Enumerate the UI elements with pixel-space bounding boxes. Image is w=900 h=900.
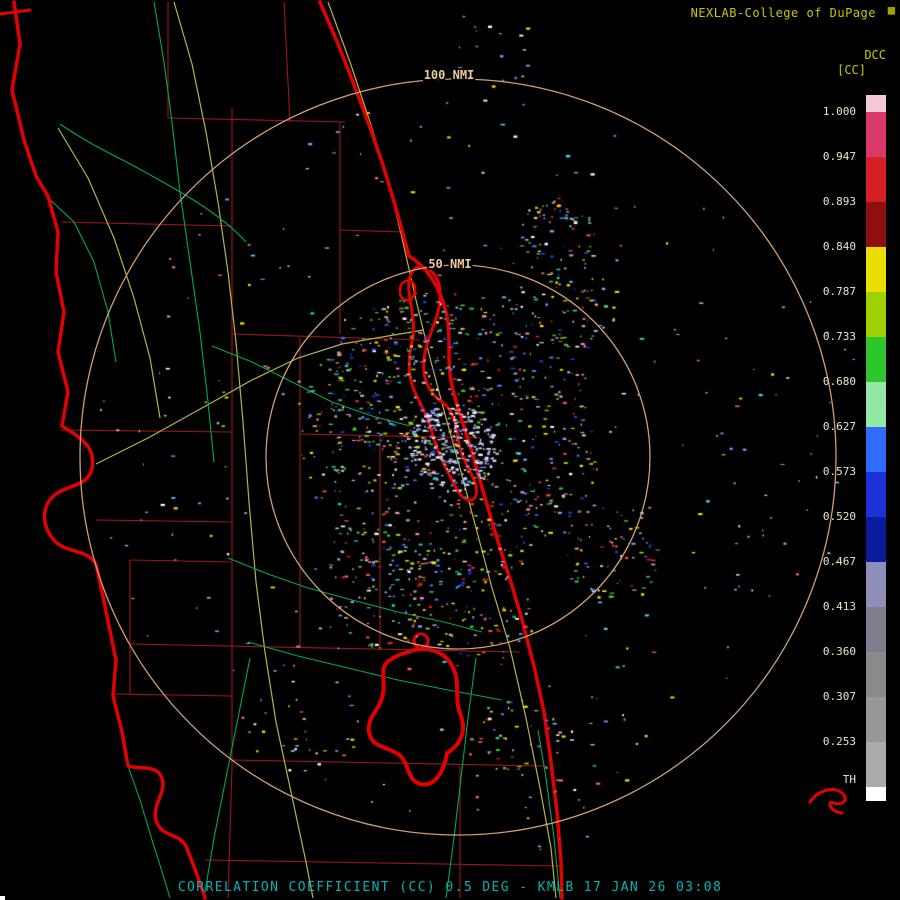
- range-ring-50nmi: [265, 264, 651, 650]
- colorbar-th-segment: [866, 787, 886, 801]
- colorbar-tick-label: 0.573: [822, 465, 856, 478]
- colorbar-segment: [866, 472, 886, 517]
- colorbar-title: DCC: [864, 48, 886, 62]
- colorbar-segment: [866, 562, 886, 607]
- colorbar-tick-label: 1.000: [822, 105, 856, 118]
- colorbar-segment: [866, 112, 886, 157]
- colorbar-tick-label: 0.947: [822, 150, 856, 163]
- colorbar-units: [CC]: [837, 63, 866, 77]
- colorbar-segment: [866, 427, 886, 472]
- cod-logo-icon: ▩: [887, 3, 895, 17]
- brand-text: NEXLAB-College of DuPage: [690, 6, 876, 20]
- overlay-layer: 100 NMI 50 NMI: [79, 66, 847, 836]
- range-ring-100nmi-label: 100 NMI: [424, 68, 475, 82]
- colorbar-segment: [866, 382, 886, 427]
- colorbar-segment: [866, 337, 886, 382]
- colorbar-tick-label: 0.253: [822, 735, 856, 748]
- colorbar-segment: [866, 95, 886, 112]
- colorbar-tick-label: 0.467: [822, 555, 856, 568]
- range-ring-100nmi: [79, 78, 837, 836]
- colorbar-th-label: TH: [842, 773, 856, 786]
- colorbar-segment: [866, 202, 886, 247]
- colorbar: [866, 95, 886, 787]
- status-text: CORRELATION COEFFICIENT (CC) 0.5 DEG - K…: [177, 880, 723, 895]
- colorbar-segment: [866, 247, 886, 292]
- colorbar-segment: [866, 697, 886, 742]
- colorbar-tick-label: 0.307: [822, 690, 856, 703]
- colorbar-tick-label: 0.413: [822, 600, 856, 613]
- colorbar-tick-label: 0.360: [822, 645, 856, 658]
- colorbar-tick-label: 0.787: [822, 285, 856, 298]
- colorbar-segment: [866, 517, 886, 562]
- colorbar-tick-label: 0.680: [822, 375, 856, 388]
- colorbar-tick-label: 0.893: [822, 195, 856, 208]
- colorbar-tick-label: 0.733: [822, 330, 856, 343]
- corner-pixel: [0, 896, 5, 900]
- radar-display: 100 NMI 50 NMI NEXLAB-College of DuPage …: [0, 0, 900, 900]
- colorbar-tick-label: 0.520: [822, 510, 856, 523]
- coastline-fragment: [808, 788, 847, 815]
- range-ring-50nmi-label: 50 NMI: [428, 257, 471, 271]
- colorbar-segment: [866, 742, 886, 787]
- colorbar-segment: [866, 292, 886, 337]
- colorbar-segment: [866, 607, 886, 652]
- colorbar-segment: [866, 652, 886, 697]
- colorbar-tick-label: 0.627: [822, 420, 856, 433]
- colorbar-segment: [866, 157, 886, 202]
- colorbar-tick-label: 0.840: [822, 240, 856, 253]
